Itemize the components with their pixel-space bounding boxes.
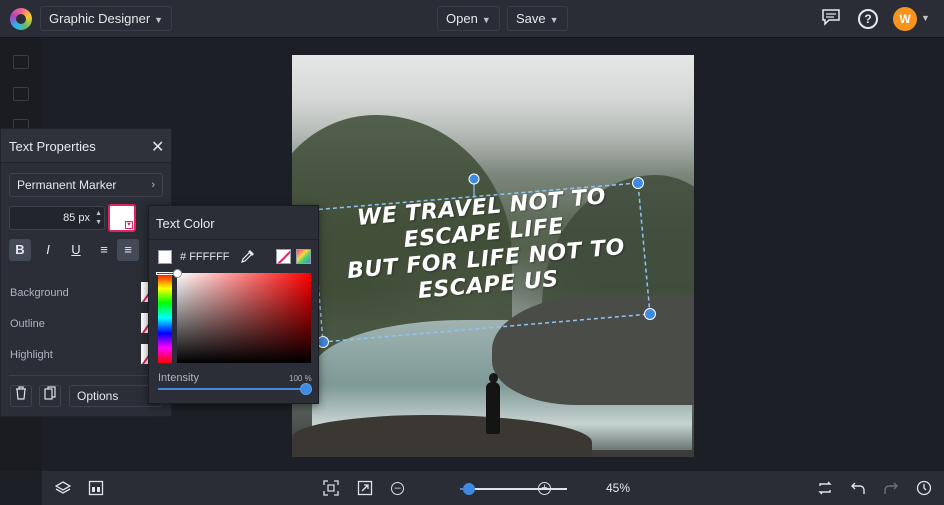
layers-icon[interactable]	[54, 480, 72, 496]
history-icon[interactable]	[916, 480, 932, 496]
close-icon[interactable]: ✕	[151, 137, 164, 157]
font-selector[interactable]: Permanent Marker ›	[9, 173, 163, 197]
expand-icon[interactable]	[357, 480, 373, 496]
hex-input[interactable]: # FFFFFF	[180, 249, 236, 265]
trash-icon	[16, 386, 26, 400]
outline-label: Outline	[10, 318, 45, 330]
intensity-slider-track[interactable]	[158, 388, 306, 390]
font-name: Permanent Marker	[17, 178, 117, 192]
align-center-button[interactable]: ≡	[117, 239, 139, 261]
current-color-swatch	[158, 250, 172, 264]
resize-handle[interactable]	[632, 177, 644, 189]
zoom-in-button[interactable]: +	[538, 482, 551, 495]
font-size-value: 85	[63, 212, 76, 224]
hex-prefix: #	[180, 251, 187, 263]
intensity-value: 100 %	[289, 374, 312, 383]
text-color-popover: Text Color # FFFFFF Intensity 100 %	[148, 205, 319, 404]
bold-button[interactable]: B	[9, 239, 31, 261]
intensity-slider-knob[interactable]	[300, 383, 312, 395]
gradient-swatch[interactable]	[296, 249, 311, 264]
resize-handle[interactable]	[317, 336, 329, 348]
zoom-percent: 45%	[606, 481, 631, 495]
text-properties-panel: Text Properties ✕ Permanent Marker › 85 p…	[0, 128, 172, 417]
undo-icon[interactable]	[850, 480, 866, 496]
divider	[9, 375, 163, 376]
template-icon[interactable]	[88, 480, 104, 496]
popover-header: Text Color	[149, 206, 318, 240]
delete-button[interactable]	[10, 385, 32, 407]
hex-value: FFFFFF	[189, 251, 230, 263]
font-size-input[interactable]: 85 px ▲ ▼	[9, 206, 105, 230]
rotate-handle[interactable]	[468, 173, 480, 185]
redo-icon[interactable]	[883, 480, 899, 496]
font-size-unit: px	[78, 212, 90, 224]
chevron-right-icon: ›	[151, 179, 155, 191]
copy-icon	[44, 386, 56, 400]
resize-handle[interactable]	[644, 308, 656, 320]
panel-title: Text Properties	[9, 139, 96, 154]
hue-slider-marker[interactable]	[156, 272, 174, 275]
duplicate-button[interactable]	[39, 385, 61, 407]
highlight-label: Highlight	[10, 349, 53, 361]
italic-button[interactable]: I	[37, 239, 59, 261]
text-color-swatch[interactable]: ▼	[108, 204, 136, 232]
align-left-button[interactable]: ≡	[93, 239, 115, 261]
hue-slider[interactable]	[158, 273, 172, 363]
bottom-toolbar: – + 45%	[42, 471, 944, 505]
eyedropper-icon[interactable]	[241, 249, 255, 266]
popover-title: Text Color	[156, 216, 215, 231]
color-picker-knob[interactable]	[173, 269, 182, 278]
intensity-label: Intensity	[158, 372, 199, 384]
panel-header: Text Properties ✕	[1, 129, 171, 163]
swap-icon[interactable]	[817, 480, 833, 496]
fit-to-screen-icon[interactable]	[323, 480, 339, 496]
zoom-out-button[interactable]: –	[391, 482, 404, 495]
zoom-slider-knob[interactable]	[462, 483, 475, 495]
size-stepper-icon[interactable]: ▲ ▼	[95, 209, 102, 227]
background-label: Background	[10, 287, 69, 299]
saturation-value-picker[interactable]	[177, 273, 311, 363]
underline-button[interactable]: U	[65, 239, 87, 261]
chevron-down-icon: ▼	[125, 221, 133, 229]
no-color-swatch[interactable]	[276, 249, 291, 264]
